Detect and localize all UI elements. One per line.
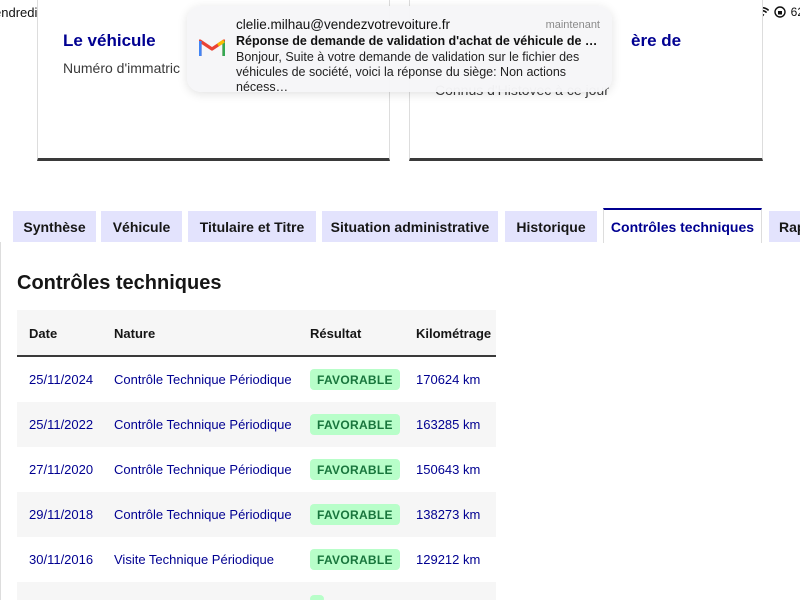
controles-table: Date Nature Résultat Kilométrage 25/11/2… [17,310,496,600]
notification-time: maintenant [545,19,600,31]
table-row: 27/11/2020 Contrôle Technique Périodique… [17,447,496,492]
gmail-icon [199,39,225,56]
result-badge: FAVORABLE [310,369,400,390]
vehicle-card-subtitle: Numéro d'immatric [63,60,181,76]
tab-historique[interactable]: Historique [505,211,597,243]
tab-rapport[interactable]: Rap [769,211,800,243]
history-card-title: ère de [631,31,682,50]
row-nature: Contrôle Technique Périodique [114,462,292,477]
table-row-partial [17,582,496,600]
page-title: Contrôles techniques [17,272,222,294]
result-badge: FAVORABLE [310,549,400,570]
column-header-nature: Nature [114,326,156,341]
row-nature: Visite Technique Périodique [114,552,274,567]
table-row: 29/11/2018 Contrôle Technique Périodique… [17,492,496,537]
notification-body: Bonjour, Suite à votre demande de valida… [236,50,580,94]
vehicle-card-title: Le véhicule [63,31,156,50]
row-nature: Contrôle Technique Périodique [114,417,292,432]
row-date: 25/11/2022 [29,417,94,432]
column-header-kilometrage: Kilométrage [416,326,492,341]
table-row: 25/11/2024 Contrôle Technique Périodique… [17,357,496,402]
row-kilometrage: 163285 km [416,417,481,432]
row-date: 29/11/2018 [29,507,94,522]
notification-sender: clelie.milhau@vendezvotrevoiture.fr [236,17,451,32]
row-kilometrage: 150643 km [416,462,481,477]
battery-level: 62 [790,5,800,19]
row-date: 30/11/2016 [29,552,94,567]
tab-vehicule[interactable]: Véhicule [101,211,182,243]
column-header-resultat: Résultat [310,326,362,341]
row-kilometrage: 138273 km [416,507,481,522]
tab-controles-techniques[interactable]: Contrôles techniques [603,208,762,243]
column-header-date: Date [29,326,58,341]
table-header: Date Nature Résultat Kilométrage [17,310,496,357]
orientation-lock-icon [773,6,786,18]
email-notification[interactable]: clelie.milhau@vendezvotrevoiture.fr main… [187,6,612,94]
row-date: 27/11/2020 [29,462,94,477]
table-row: 25/11/2022 Contrôle Technique Périodique… [17,402,496,447]
row-kilometrage: 170624 km [416,372,481,387]
table-row: 30/11/2016 Visite Technique Périodique F… [17,537,496,582]
result-badge: FAVORABLE [310,459,400,480]
result-badge: FAVORABLE [310,414,400,435]
tab-bar: Synthèse Véhicule Titulaire et Titre Sit… [0,208,800,243]
row-kilometrage: 129212 km [416,552,481,567]
notification-subject: Réponse de demande de validation d'achat… [236,34,601,48]
result-badge: FAVORABLE [310,504,400,525]
row-nature: Contrôle Technique Périodique [114,372,292,387]
row-date: 25/11/2024 [29,372,94,387]
tab-synthese[interactable]: Synthèse [13,211,96,243]
tab-situation-administrative[interactable]: Situation administrative [322,211,498,243]
controles-panel: Contrôles techniques Date Nature Résulta… [0,242,800,600]
result-badge [310,595,324,600]
row-nature: Contrôle Technique Périodique [114,507,292,522]
tab-titulaire[interactable]: Titulaire et Titre [188,211,316,243]
